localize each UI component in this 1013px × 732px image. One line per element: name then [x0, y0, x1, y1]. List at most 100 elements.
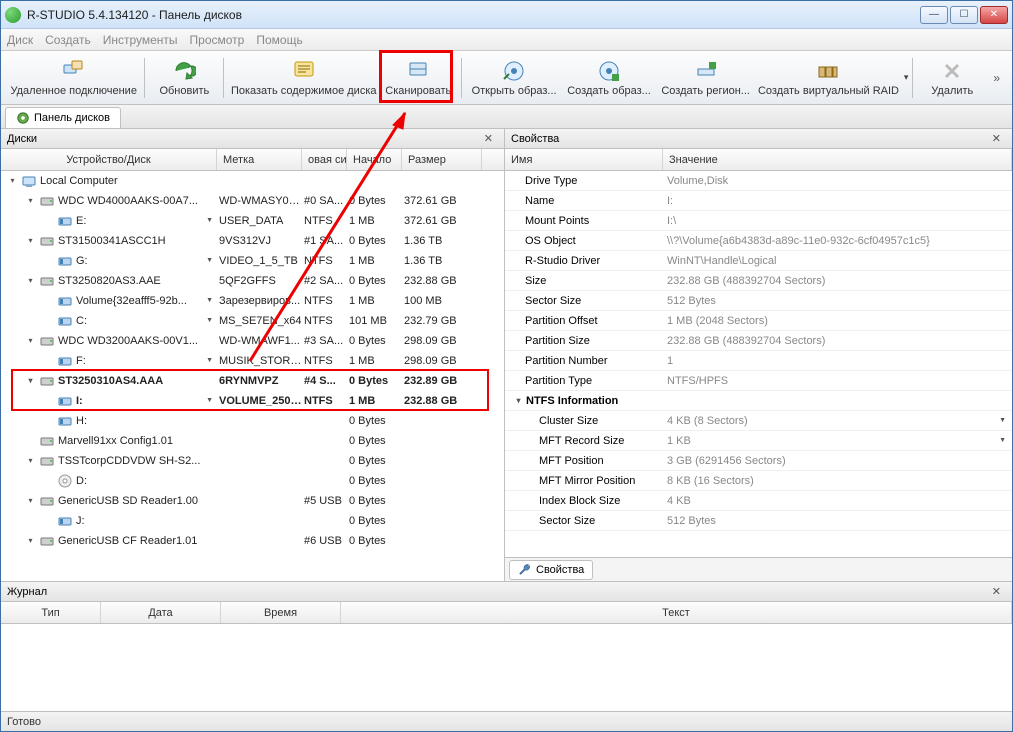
col-label[interactable]: Метка: [217, 149, 302, 170]
close-button[interactable]: ✕: [980, 6, 1008, 24]
expander-icon[interactable]: ▾: [25, 455, 36, 466]
disk-row[interactable]: C:▼MS_SE7EN_x64NTFS101 MB232.79 GB: [1, 311, 504, 331]
col-value[interactable]: Значение: [663, 149, 1012, 170]
dropdown-icon[interactable]: ▼: [206, 257, 213, 264]
dropdown-icon[interactable]: ▼: [999, 417, 1006, 424]
tool-remote-button[interactable]: Удаленное подключение: [7, 54, 140, 102]
dropdown-icon[interactable]: ▼: [206, 397, 213, 404]
prop-row[interactable]: Partition Offset1 MB (2048 Sectors): [505, 311, 1012, 331]
prop-row[interactable]: MFT Position3 GB (6291456 Sectors): [505, 451, 1012, 471]
prop-row[interactable]: MFT Record Size1 KB▼: [505, 431, 1012, 451]
disk-row[interactable]: Volume{32eafff5-92b...▼Зарезервиров...NT…: [1, 291, 504, 311]
prop-row[interactable]: Sector Size512 Bytes: [505, 291, 1012, 311]
menu-disk[interactable]: Диск: [7, 33, 33, 47]
prop-row[interactable]: NameI:: [505, 191, 1012, 211]
col-size[interactable]: Размер: [402, 149, 482, 170]
log-panel-close-icon[interactable]: ✕: [987, 584, 1006, 599]
prop-row[interactable]: Partition Number1: [505, 351, 1012, 371]
dropdown-icon[interactable]: ▼: [206, 317, 213, 324]
disk-row[interactable]: ▾GenericUSB CF Reader1.01#6 USB0 Bytes: [1, 531, 504, 551]
tool-scan-button[interactable]: Сканировать: [379, 54, 457, 102]
disk-row[interactable]: ▾TSSTcorpCDDVDW SH-S2...0 Bytes: [1, 451, 504, 471]
titlebar[interactable]: R-STUDIO 5.4.134120 - Панель дисков — ☐ …: [1, 1, 1012, 29]
disk-row[interactable]: ▾WDC WD3200AAKS-00V1...WD-WMAWF1...#3 SA…: [1, 331, 504, 351]
tool-openimg-button[interactable]: Открыть образ...: [466, 54, 562, 102]
tool-vraid-button[interactable]: Создать виртуальный RAID: [755, 54, 902, 102]
expander-icon[interactable]: ▾: [25, 495, 36, 506]
expander-icon[interactable]: [43, 215, 54, 226]
disk-row[interactable]: E:▼USER_DATANTFS1 MB372.61 GB: [1, 211, 504, 231]
expander-icon[interactable]: [43, 315, 54, 326]
maximize-button[interactable]: ☐: [950, 6, 978, 24]
prop-row[interactable]: OS Object\\?\Volume{a6b4383d-a89c-11e0-9…: [505, 231, 1012, 251]
expander-icon[interactable]: ▾: [25, 375, 36, 386]
expander-icon[interactable]: [43, 415, 54, 426]
chevron-down-icon[interactable]: ▾: [904, 72, 909, 83]
tool-refresh-button[interactable]: Обновить: [149, 54, 219, 102]
expander-icon[interactable]: [43, 255, 54, 266]
tool-show-button[interactable]: Показать содержимое диска: [228, 54, 379, 102]
dropdown-icon[interactable]: ▼: [206, 297, 213, 304]
prop-row[interactable]: Cluster Size4 KB (8 Sectors)▼: [505, 411, 1012, 431]
expander-icon[interactable]: [43, 355, 54, 366]
prop-row[interactable]: Sector Size512 Bytes: [505, 511, 1012, 531]
expander-icon[interactable]: [43, 515, 54, 526]
expander-icon[interactable]: ▾: [25, 535, 36, 546]
col-start[interactable]: Начало: [347, 149, 402, 170]
disk-row[interactable]: ▾WDC WD4000AAKS-00A7...WD-WMASY02...#0 S…: [1, 191, 504, 211]
props-panel-close-icon[interactable]: ✕: [987, 131, 1006, 146]
disk-row[interactable]: ▾GenericUSB SD Reader1.00#5 USB0 Bytes: [1, 491, 504, 511]
tab-properties[interactable]: Свойства: [509, 560, 593, 580]
dropdown-icon[interactable]: ▼: [206, 357, 213, 364]
prop-row[interactable]: ▾NTFS Information: [505, 391, 1012, 411]
col-device[interactable]: Устройство/Диск: [1, 149, 217, 170]
prop-row[interactable]: Drive TypeVolume,Disk: [505, 171, 1012, 191]
dropdown-icon[interactable]: ▼: [206, 217, 213, 224]
prop-row[interactable]: Mount PointsI:\: [505, 211, 1012, 231]
toolbar-overflow-icon[interactable]: »: [987, 71, 1006, 85]
props-grid[interactable]: Drive TypeVolume,DiskNameI:Mount PointsI…: [505, 171, 1012, 557]
prop-row[interactable]: R-Studio DriverWinNT\Handle\Logical: [505, 251, 1012, 271]
prop-row[interactable]: Partition Size232.88 GB (488392704 Secto…: [505, 331, 1012, 351]
disk-row[interactable]: H:0 Bytes: [1, 411, 504, 431]
expander-icon[interactable]: ▾: [25, 235, 36, 246]
disk-row[interactable]: ▾ST3250310AS4.AAA6RYNMVPZ#4 S...0 Bytes2…: [1, 371, 504, 391]
disk-row[interactable]: G:▼VIDEO_1_5_TBNTFS1 MB1.36 TB: [1, 251, 504, 271]
disk-row[interactable]: ▾ST3250820AS3.AAE5QF2GFFS#2 SA...0 Bytes…: [1, 271, 504, 291]
col-text[interactable]: Текст: [341, 602, 1012, 623]
dropdown-icon[interactable]: ▼: [999, 437, 1006, 444]
expander-icon[interactable]: ▾: [7, 175, 18, 186]
menu-help[interactable]: Помощь: [256, 33, 302, 47]
prop-row[interactable]: MFT Mirror Position8 KB (16 Sectors): [505, 471, 1012, 491]
disk-row[interactable]: ▾Local Computer: [1, 171, 504, 191]
menu-view[interactable]: Просмотр: [190, 33, 245, 47]
col-type[interactable]: Тип: [1, 602, 101, 623]
expander-icon[interactable]: [25, 435, 36, 446]
col-time[interactable]: Время: [221, 602, 341, 623]
menu-create[interactable]: Создать: [45, 33, 91, 47]
expander-icon[interactable]: ▾: [513, 395, 524, 406]
expander-icon[interactable]: ▾: [25, 335, 36, 346]
expander-icon[interactable]: [43, 395, 54, 406]
prop-row[interactable]: Size232.88 GB (488392704 Sectors): [505, 271, 1012, 291]
disk-row[interactable]: I:▼VOLUME_250GBNTFS1 MB232.88 GB: [1, 391, 504, 411]
menu-tools[interactable]: Инструменты: [103, 33, 178, 47]
col-fs[interactable]: овая си: [302, 149, 347, 170]
expander-icon[interactable]: [43, 475, 54, 486]
expander-icon[interactable]: [43, 295, 54, 306]
disk-row[interactable]: F:▼MUSIK_STORAGENTFS1 MB298.09 GB: [1, 351, 504, 371]
expander-icon[interactable]: ▾: [25, 275, 36, 286]
prop-row[interactable]: Index Block Size4 KB: [505, 491, 1012, 511]
col-name[interactable]: Имя: [505, 149, 663, 170]
disk-row[interactable]: Marvell91xx Config1.010 Bytes: [1, 431, 504, 451]
tool-createreg-button[interactable]: Создать регион...: [656, 54, 755, 102]
tool-createimg-button[interactable]: Создать образ...: [562, 54, 656, 102]
expander-icon[interactable]: ▾: [25, 195, 36, 206]
tool-delete-button[interactable]: Удалить: [917, 54, 987, 102]
col-date[interactable]: Дата: [101, 602, 221, 623]
disk-tree[interactable]: ▾Local Computer▾WDC WD4000AAKS-00A7...WD…: [1, 171, 504, 581]
prop-row[interactable]: Partition TypeNTFS/HPFS: [505, 371, 1012, 391]
disk-row[interactable]: ▾ST31500341ASCC1H9VS312VJ#1 SA...0 Bytes…: [1, 231, 504, 251]
disk-row[interactable]: J:0 Bytes: [1, 511, 504, 531]
tab-panel-disks[interactable]: Панель дисков: [5, 107, 121, 128]
